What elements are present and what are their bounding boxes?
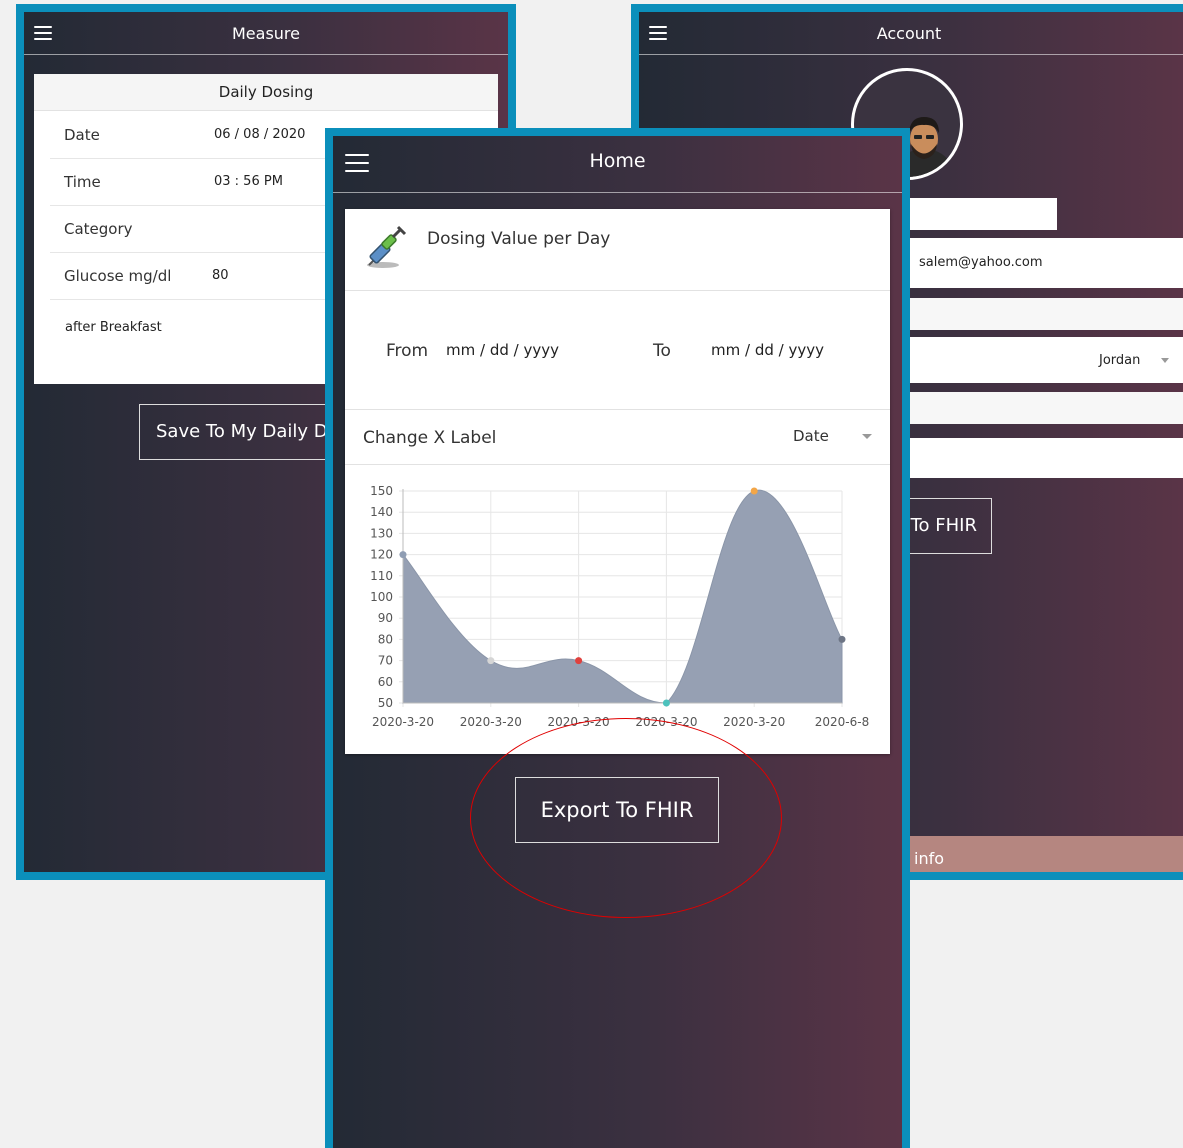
- x-label-select[interactable]: Date: [793, 427, 829, 445]
- y-tick-label: 130: [370, 526, 393, 540]
- country-select[interactable]: Jordan: [909, 337, 1183, 383]
- from-date-input[interactable]: mm / dd / yyyy: [446, 341, 559, 359]
- email-value: salem@yahoo.com: [919, 255, 1043, 270]
- info-bar-label: info: [914, 849, 945, 868]
- y-tick-label: 90: [378, 611, 393, 625]
- data-point: [838, 635, 846, 643]
- x-tick-label: 2020-3-20: [548, 715, 610, 729]
- y-tick-label: 150: [370, 484, 393, 498]
- data-point: [399, 551, 407, 559]
- x-tick-label: 2020-3-20: [723, 715, 785, 729]
- y-tick-label: 50: [378, 696, 393, 710]
- phone-field[interactable]: [909, 298, 1183, 330]
- time-label: Time: [64, 173, 101, 191]
- chart-card-title: Dosing Value per Day: [427, 229, 611, 249]
- account-title: Account: [876, 24, 942, 43]
- data-point: [575, 657, 583, 665]
- date-input[interactable]: 06 / 08 / 2020: [214, 127, 305, 142]
- card-header: Dosing Value per Day: [345, 209, 890, 291]
- glucose-input[interactable]: 80: [212, 268, 229, 283]
- x-tick-label: 2020-3-20: [372, 715, 434, 729]
- account-top-bar: Account: [639, 12, 1183, 55]
- measure-title: Measure: [232, 24, 300, 43]
- chevron-down-icon[interactable]: [862, 434, 872, 439]
- category-label: Category: [64, 220, 133, 238]
- data-point: [662, 699, 670, 707]
- y-tick-label: 70: [378, 654, 393, 668]
- home-screen: Home Dosing Value per Day From mm / dd /…: [325, 128, 910, 1148]
- y-tick-label: 80: [378, 632, 393, 646]
- x-label-row: Change X Label Date: [345, 410, 890, 465]
- city-field[interactable]: [909, 392, 1183, 424]
- email-field[interactable]: salem@yahoo.com: [909, 238, 1183, 288]
- data-point: [750, 487, 758, 495]
- dosing-area-chart: 50 60 70 80 90 100 110 120 130 140 150 2020-3-20 202…: [370, 484, 869, 729]
- dosing-chart-card: Dosing Value per Day From mm / dd / yyyy…: [345, 209, 890, 754]
- y-tick-label: 120: [370, 548, 393, 562]
- date-label: Date: [64, 126, 100, 144]
- country-value: Jordan: [1099, 353, 1141, 368]
- to-label: To: [653, 341, 671, 361]
- y-tick-label: 100: [370, 590, 393, 604]
- glucose-label: Glucose mg/dl: [64, 267, 172, 285]
- y-tick-label: 110: [370, 569, 393, 583]
- category-note: after Breakfast: [65, 320, 162, 335]
- data-point: [487, 657, 495, 665]
- measure-top-bar: Measure: [24, 12, 508, 55]
- change-x-label-label: Change X Label: [363, 428, 497, 448]
- address-field[interactable]: [909, 438, 1183, 478]
- time-input[interactable]: 03 : 56 PM: [214, 174, 283, 189]
- x-tick-label: 2020-3-20: [635, 715, 697, 729]
- x-tick-label: 2020-3-20: [460, 715, 522, 729]
- chevron-down-icon: [1161, 358, 1169, 363]
- export-to-fhir-button[interactable]: Export To FHIR: [515, 777, 719, 843]
- x-tick-label: 2020-6-8: [815, 715, 869, 729]
- to-date-input[interactable]: mm / dd / yyyy: [711, 341, 824, 359]
- from-label: From: [386, 341, 429, 361]
- syringe-icon: [367, 225, 407, 268]
- y-tick-label: 140: [370, 505, 393, 519]
- date-range-row: From mm / dd / yyyy To mm / dd / yyyy: [345, 291, 890, 410]
- y-tick-label: 60: [378, 675, 393, 689]
- home-top-bar: Home: [333, 136, 902, 193]
- daily-dosing-title: Daily Dosing: [34, 74, 498, 111]
- home-title: Home: [589, 150, 646, 172]
